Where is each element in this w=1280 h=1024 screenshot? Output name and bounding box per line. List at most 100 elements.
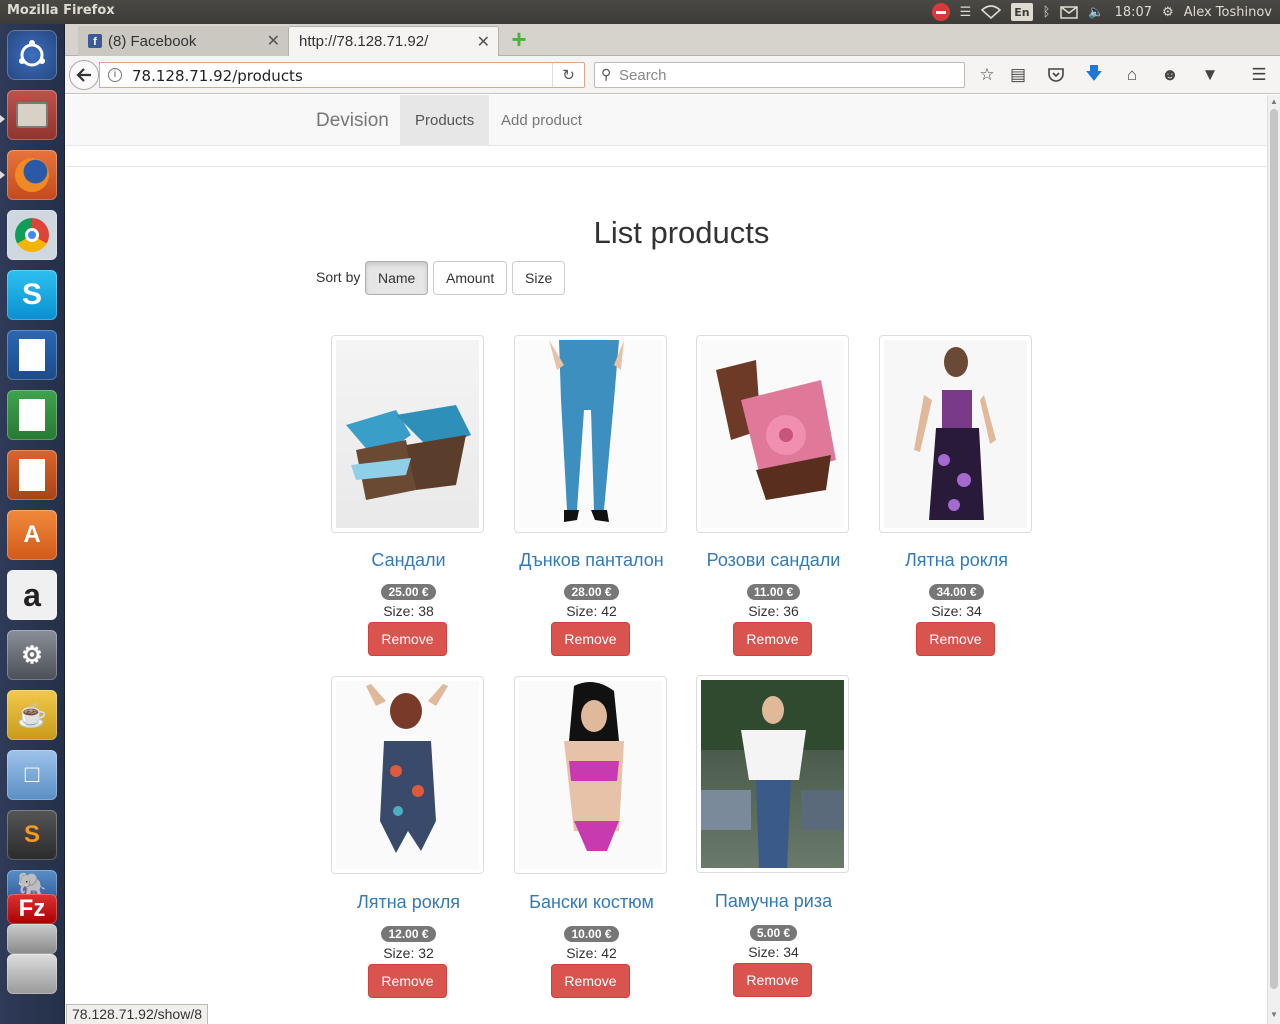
chrome-icon[interactable] [7,210,57,260]
product-image [519,681,662,869]
remove-button[interactable]: Remove [916,622,995,656]
sublime-icon[interactable]: S [7,810,57,860]
product-size: Size: 36 [748,603,799,619]
chat-icon[interactable]: ☻ [1159,65,1181,85]
user-name[interactable]: Alex Toshinov [1184,3,1272,21]
product-thumbnail[interactable] [696,675,849,873]
files-icon[interactable] [7,90,57,140]
product-name-link[interactable]: Памучна риза [691,891,856,912]
page-scrollbar[interactable]: ▲ ▼ [1267,95,1280,1024]
volume-icon[interactable]: 🔈 [1088,3,1104,21]
amazon-icon[interactable]: a [7,570,57,620]
product-size: Size: 34 [931,603,982,619]
nav-products[interactable]: Products [400,95,490,146]
product-image [336,340,479,528]
product-image [701,680,844,868]
tab-facebook[interactable]: f (8) Facebook ✕ [78,26,288,56]
product-thumbnail[interactable] [879,335,1032,533]
product-image [519,340,662,528]
remove-button[interactable]: Remove [368,964,447,998]
back-button[interactable] [69,60,99,90]
product-name-link[interactable]: Дънков панталон [509,550,674,571]
sort-by-amount-button[interactable]: Amount [433,261,508,295]
nav-toolbar: i 78.128.71.92/products ↻ ⚲ Search ☆ ▤ 🡇… [65,56,1280,94]
product-size: Size: 42 [566,945,617,961]
software-center-icon[interactable]: A [7,510,57,560]
keyboard-layout[interactable]: En [1011,3,1033,21]
extension-dropdown-icon[interactable]: ▼ [1195,65,1225,85]
price-badge: 11.00 € [691,583,856,601]
tab-current[interactable]: http://78.128.71.92/ ✕ [288,26,499,56]
search-placeholder: Search [619,67,667,84]
url-bar[interactable]: i 78.128.71.92/products ↻ [99,62,585,88]
notification-stop-icon[interactable] [931,3,950,21]
product-name-link[interactable]: Лятна рокля [874,550,1039,571]
web-page: Devision Products Add product List produ… [66,95,1267,1024]
price-badge: 34.00 € [874,583,1039,601]
reading-list-icon[interactable]: ▤ [1007,65,1029,85]
scrollbar-thumb[interactable] [1270,109,1278,989]
remove-button[interactable]: Remove [551,964,630,998]
writer-icon[interactable] [7,330,57,380]
url-text[interactable]: 78.128.71.92/products [132,67,303,85]
remove-button[interactable]: Remove [733,622,812,656]
mail-icon[interactable] [1060,3,1079,21]
wifi-icon[interactable] [981,3,1002,21]
product-thumbnail[interactable] [331,335,484,533]
calc-icon[interactable] [7,390,57,440]
tab-strip: f (8) Facebook ✕ http://78.128.71.92/ ✕ … [65,24,1280,56]
product-thumbnail[interactable] [514,676,667,874]
top-panel: Mozilla Firefox ☰ En ᛒ 🔈 18:07 ⚙ Alex To… [0,0,1280,24]
window-title: Mozilla Firefox [7,3,115,18]
product-name-link[interactable]: Розови сандали [691,550,856,571]
reload-icon[interactable]: ↻ [552,63,584,87]
scroll-down-icon[interactable]: ▼ [1270,1010,1278,1019]
virtualbox-icon[interactable]: □ [7,750,57,800]
sort-by-size-button[interactable]: Size [512,261,566,295]
product-size: Size: 34 [748,944,799,960]
bookmark-star-icon[interactable]: ☆ [976,65,998,85]
launcher: S A a ⚙ ☕ □ S 🐘 Fz [0,24,65,1024]
price-badge: 12.00 € [326,925,491,943]
pocket-icon[interactable] [1045,65,1067,85]
product-thumbnail[interactable] [514,335,667,533]
remove-button[interactable]: Remove [368,622,447,656]
settings-gear-icon[interactable]: ⚙ [1162,3,1174,21]
product-thumbnail[interactable] [331,676,484,874]
downloads-icon[interactable]: 🡇 [1083,64,1105,85]
product-name-link[interactable]: Бански костюм [509,892,674,913]
product-size: Size: 42 [566,603,617,619]
sort-by-name-button[interactable]: Name [365,261,429,295]
scanner-icon[interactable] [7,924,57,954]
printer-icon[interactable] [7,954,57,994]
bluetooth-icon[interactable]: ᛒ [1043,3,1051,21]
ubuntu-dash-icon[interactable] [7,30,57,80]
remove-button[interactable]: Remove [733,963,812,997]
search-input[interactable]: ⚲ Search [594,62,965,88]
product-name-link[interactable]: Сандали [326,550,491,571]
impress-icon[interactable] [7,450,57,500]
tab-label: http://78.128.71.92/ [299,33,429,50]
skype-icon[interactable]: S [7,270,57,320]
clock[interactable]: 18:07 [1115,3,1152,21]
close-icon[interactable]: ✕ [477,32,490,52]
product-thumbnail[interactable] [696,335,849,533]
close-icon[interactable]: ✕ [267,31,280,51]
menu-list-icon[interactable]: ☰ [960,3,972,21]
product-name-link[interactable]: Лятна рокля [326,892,491,913]
teapot-icon[interactable]: ☕ [7,690,57,740]
price-badge: 10.00 € [509,925,674,943]
hamburger-menu-icon[interactable]: ☰ [1248,65,1270,85]
brand-link[interactable]: Devision [316,110,389,132]
launcher-pip [0,171,5,179]
system-settings-icon[interactable]: ⚙ [7,630,57,680]
filezilla-icon[interactable]: Fz [7,894,57,924]
firefox-icon[interactable] [7,150,57,200]
scroll-up-icon[interactable]: ▲ [1270,97,1278,106]
remove-button[interactable]: Remove [551,622,630,656]
nav-add-product[interactable]: Add product [486,95,597,146]
info-icon[interactable]: i [108,68,122,82]
new-tab-icon[interactable]: + [508,26,530,52]
home-icon[interactable]: ⌂ [1121,65,1143,85]
tab-label: (8) Facebook [108,32,197,50]
